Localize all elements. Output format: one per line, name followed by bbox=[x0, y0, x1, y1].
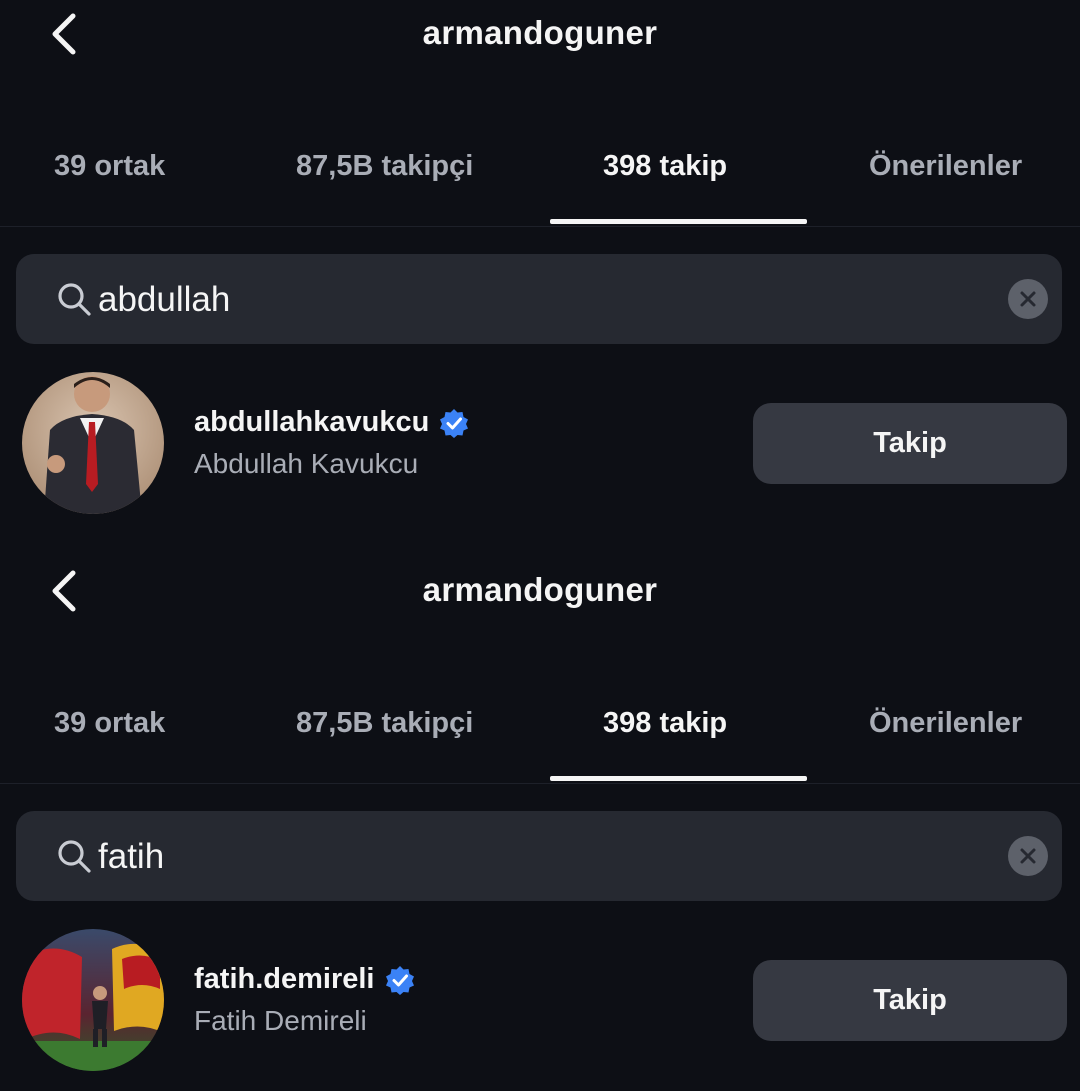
tab-mutual[interactable]: 39 ortak bbox=[54, 150, 165, 183]
list-item: abdullahkavukcu Abdullah Kavukcu Takip bbox=[0, 372, 1080, 516]
tab-following[interactable]: 398 takip bbox=[603, 150, 727, 183]
search-bar bbox=[16, 811, 1062, 901]
tab-bar: 39 ortak 87,5B takipçi 398 takip Önerile… bbox=[0, 140, 1080, 227]
search-icon bbox=[58, 283, 91, 316]
username: abdullahkavukcu bbox=[194, 406, 430, 438]
follow-button[interactable]: Takip bbox=[753, 960, 1067, 1041]
tab-followers[interactable]: 87,5B takipçi bbox=[296, 707, 473, 740]
active-tab-indicator bbox=[550, 219, 807, 224]
follow-button[interactable]: Takip bbox=[753, 403, 1067, 484]
username: fatih.demireli bbox=[194, 963, 375, 995]
search-input[interactable] bbox=[98, 278, 978, 322]
profile-following-screen-1: armandoguner 39 ortak 87,5B takipçi 398 … bbox=[0, 0, 1080, 534]
clear-search-button[interactable] bbox=[1008, 279, 1048, 319]
clear-search-button[interactable] bbox=[1008, 836, 1048, 876]
search-input[interactable] bbox=[98, 835, 978, 879]
full-name: Abdullah Kavukcu bbox=[194, 448, 419, 479]
tab-suggested[interactable]: Önerilenler bbox=[869, 150, 1022, 183]
avatar[interactable] bbox=[22, 929, 164, 1071]
username-link[interactable]: fatih.demireli bbox=[194, 963, 415, 996]
page-title: armandoguner bbox=[422, 571, 658, 608]
page-title: armandoguner bbox=[422, 14, 658, 51]
search-icon bbox=[58, 840, 91, 873]
active-tab-indicator bbox=[550, 776, 807, 781]
full-name: Fatih Demireli bbox=[194, 1005, 367, 1036]
tab-suggested[interactable]: Önerilenler bbox=[869, 707, 1022, 740]
tab-followers[interactable]: 87,5B takipçi bbox=[296, 150, 473, 183]
clear-icon bbox=[1020, 848, 1036, 864]
list-item: fatih.demireli Fatih Demireli Takip bbox=[0, 929, 1080, 1073]
tab-following[interactable]: 398 takip bbox=[603, 707, 727, 740]
search-bar bbox=[16, 254, 1062, 344]
verified-badge-icon bbox=[385, 965, 414, 995]
avatar[interactable] bbox=[22, 372, 164, 514]
tab-bar: 39 ortak 87,5B takipçi 398 takip Önerile… bbox=[0, 697, 1080, 784]
verified-badge-icon bbox=[440, 408, 469, 438]
profile-following-screen-2: armandoguner 39 ortak 87,5B takipçi 398 … bbox=[0, 557, 1080, 1091]
clear-icon bbox=[1020, 291, 1036, 307]
username-link[interactable]: abdullahkavukcu bbox=[194, 406, 469, 439]
tab-mutual[interactable]: 39 ortak bbox=[54, 707, 165, 740]
